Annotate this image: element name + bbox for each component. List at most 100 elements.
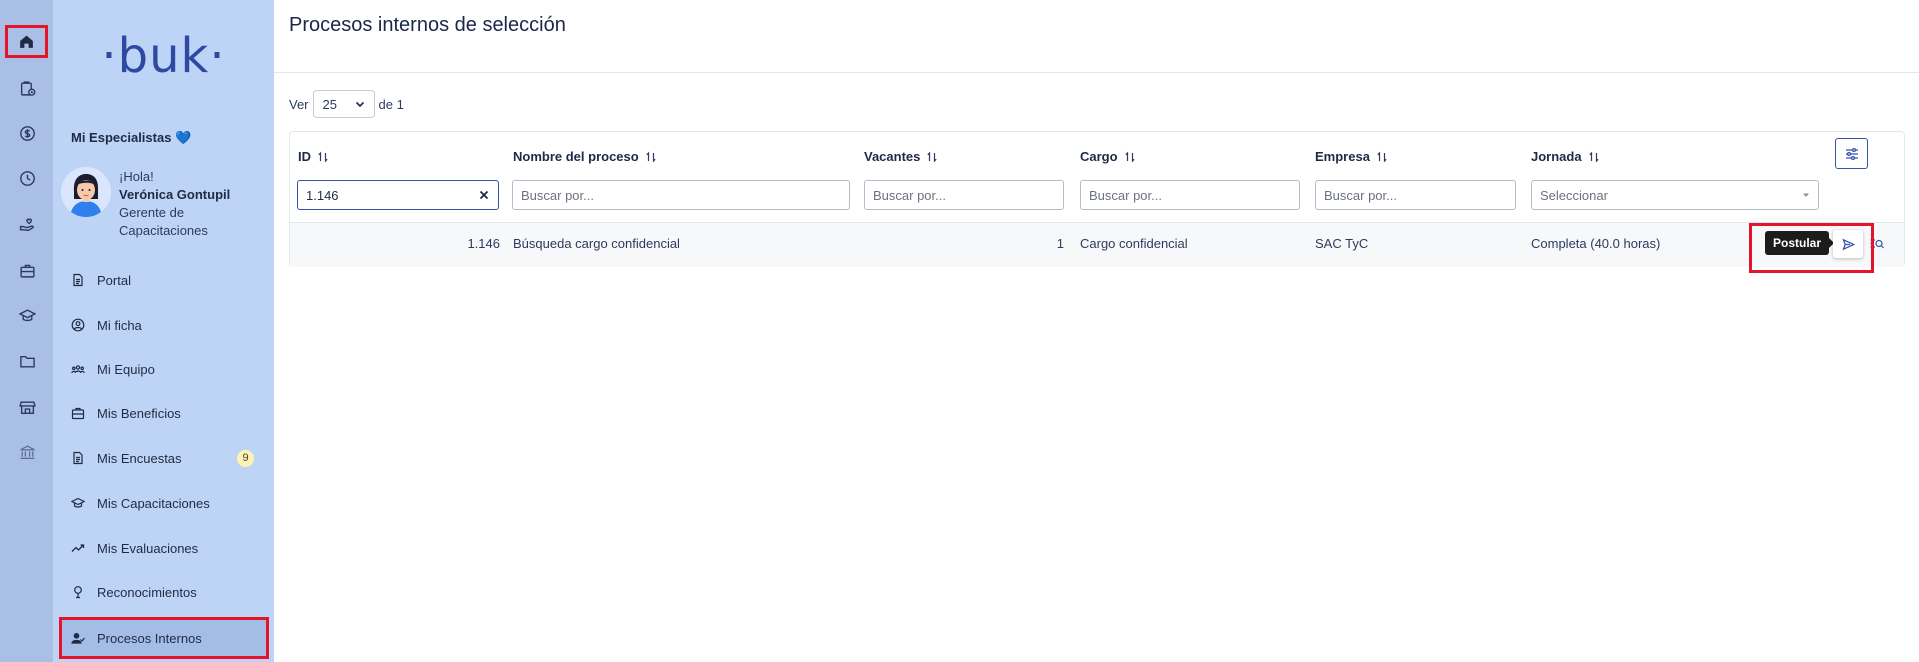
team-label: Mi Especialistas 💙 — [71, 130, 192, 145]
document-icon — [71, 273, 85, 287]
column-header-empresa[interactable]: Empresa — [1315, 149, 1388, 164]
table-row: 1.146 Búsqueda cargo confidencial 1 Carg… — [290, 222, 1904, 273]
dollar-icon[interactable] — [12, 118, 42, 148]
sort-icon[interactable] — [1376, 150, 1388, 163]
bank-icon[interactable] — [12, 437, 42, 467]
clear-icon[interactable] — [478, 189, 490, 201]
sidebar-item-label: Mis Evaluaciones — [97, 540, 199, 556]
column-header-nombre[interactable]: Nombre del proceso — [513, 149, 657, 164]
per-page-select[interactable]: 25 — [312, 90, 375, 118]
column-header-cargo[interactable]: Cargo — [1080, 149, 1136, 164]
sidebar-item-label: Mi Equipo — [97, 361, 155, 377]
sidebar-item-mis-capacitaciones[interactable]: Mis Capacitaciones — [60, 485, 267, 521]
sidebar-item-label: Procesos Internos — [97, 630, 202, 646]
briefcase-icon[interactable] — [12, 255, 42, 285]
pagination-prefix: Ver — [289, 96, 309, 112]
cell-cargo: Cargo confidencial — [1080, 236, 1188, 251]
sort-icon[interactable] — [1124, 150, 1136, 163]
postular-tooltip: Postular — [1765, 231, 1835, 255]
column-header-label: Jornada — [1531, 149, 1582, 164]
sidebar-item-mi-equipo[interactable]: Mi Equipo — [60, 351, 267, 387]
empresa-filter-input[interactable]: Buscar por... — [1315, 180, 1516, 210]
filter-placeholder: Buscar por... — [521, 187, 594, 203]
user-role: Gerente de Capacitaciones — [119, 205, 208, 238]
survey-icon — [71, 451, 85, 465]
processes-table: ID Nombre del proceso Vacantes Cargo Emp… — [289, 131, 1905, 273]
sort-icon[interactable] — [317, 150, 329, 163]
nombre-filter-input[interactable]: Buscar por... — [512, 180, 850, 210]
filter-placeholder: Buscar por... — [1324, 187, 1397, 203]
avatar — [61, 167, 111, 217]
sliders-icon — [1844, 146, 1860, 162]
sidebar-item-label: Reconocimientos — [97, 584, 197, 600]
sidebar-item-label: Mis Beneficios — [97, 405, 181, 421]
sidebar-item-label: Portal — [97, 272, 131, 288]
column-header-label: Nombre del proceso — [513, 149, 639, 164]
trend-icon — [71, 541, 85, 555]
column-header-label: Empresa — [1315, 149, 1370, 164]
column-header-label: ID — [298, 149, 311, 164]
page-title: Procesos internos de selección — [289, 14, 566, 36]
graduation-cap-icon — [71, 496, 85, 510]
cell-jornada: Completa (40.0 horas) — [1531, 236, 1661, 251]
column-header-jornada[interactable]: Jornada — [1531, 149, 1600, 164]
sidebar-item-mis-encuestas[interactable]: Mis Encuestas 9 — [60, 440, 267, 476]
caret-down-icon — [1802, 191, 1810, 199]
cell-vacantes: 1 — [1056, 236, 1064, 251]
filter-placeholder: Seleccionar — [1540, 187, 1608, 203]
per-page-value: 25 — [322, 96, 337, 112]
column-header-label: Cargo — [1080, 149, 1118, 164]
user-greeting: ¡Hola! Verónica Gontupil Gerente de Capa… — [119, 168, 237, 240]
team-icon — [71, 362, 85, 376]
buk-logo[interactable]: ·buk· — [53, 28, 274, 84]
id-filter-input[interactable]: 1.146 — [297, 180, 499, 210]
id-filter-value: 1.146 — [306, 187, 339, 203]
icon-rail — [0, 0, 53, 662]
column-header-vacantes[interactable]: Vacantes — [864, 149, 938, 164]
sort-icon[interactable] — [926, 150, 938, 163]
vacantes-filter-input[interactable]: Buscar por... — [864, 180, 1064, 210]
sidebar: ·buk· Mi Especialistas 💙 ¡Hola! Verónica… — [53, 0, 274, 662]
column-header-label: Vacantes — [864, 149, 921, 164]
cell-nombre: Búsqueda cargo confidencial — [513, 236, 680, 251]
sidebar-item-mi-ficha[interactable]: Mi ficha — [60, 307, 267, 343]
postular-button[interactable] — [1833, 230, 1863, 258]
jornada-filter-select[interactable]: Seleccionar — [1531, 180, 1819, 210]
clipboard-clock-icon[interactable] — [12, 73, 42, 103]
send-icon — [1841, 238, 1855, 251]
notification-badge: 9 — [237, 449, 254, 467]
column-header-id[interactable]: ID — [298, 149, 329, 164]
filter-placeholder: Buscar por... — [1089, 187, 1162, 203]
user-name: Verónica Gontupil — [119, 187, 231, 202]
home-icon[interactable] — [5, 25, 48, 58]
column-settings-button[interactable] — [1835, 138, 1868, 169]
sidebar-item-label: Mi ficha — [97, 317, 142, 333]
sidebar-item-mis-beneficios[interactable]: Mis Beneficios — [60, 395, 267, 431]
sidebar-item-mis-evaluaciones[interactable]: Mis Evaluaciones — [60, 530, 267, 566]
trophy-icon — [71, 585, 85, 599]
graduation-cap-icon[interactable] — [12, 300, 42, 330]
cell-id: 1.146 — [467, 236, 500, 251]
cell-empresa: SAC TyC — [1315, 236, 1369, 251]
clock-icon[interactable] — [12, 163, 42, 193]
pagination-suffix: de 1 — [378, 96, 404, 112]
filter-placeholder: Buscar por... — [873, 187, 946, 203]
sidebar-item-portal[interactable]: Portal — [60, 262, 267, 298]
greeting-text: ¡Hola! — [119, 169, 154, 184]
hand-heart-icon[interactable] — [12, 209, 42, 239]
sort-icon[interactable] — [645, 150, 657, 163]
user-circle-icon — [71, 318, 85, 332]
sidebar-item-procesos-internos[interactable]: Procesos Internos — [59, 617, 269, 659]
user-check-icon — [71, 631, 85, 645]
sidebar-item-label: Mis Encuestas — [97, 450, 182, 466]
divider — [274, 72, 1919, 73]
pagination-control: Ver 25 de 1 — [289, 90, 404, 118]
sidebar-item-reconocimientos[interactable]: Reconocimientos — [60, 574, 267, 610]
sort-icon[interactable] — [1588, 150, 1600, 163]
folder-icon[interactable] — [12, 346, 42, 376]
gift-icon — [71, 406, 85, 420]
sidebar-item-label: Mis Capacitaciones — [97, 495, 210, 511]
chevron-down-icon — [355, 99, 365, 109]
cargo-filter-input[interactable]: Buscar por... — [1080, 180, 1300, 210]
store-icon[interactable] — [12, 392, 42, 422]
